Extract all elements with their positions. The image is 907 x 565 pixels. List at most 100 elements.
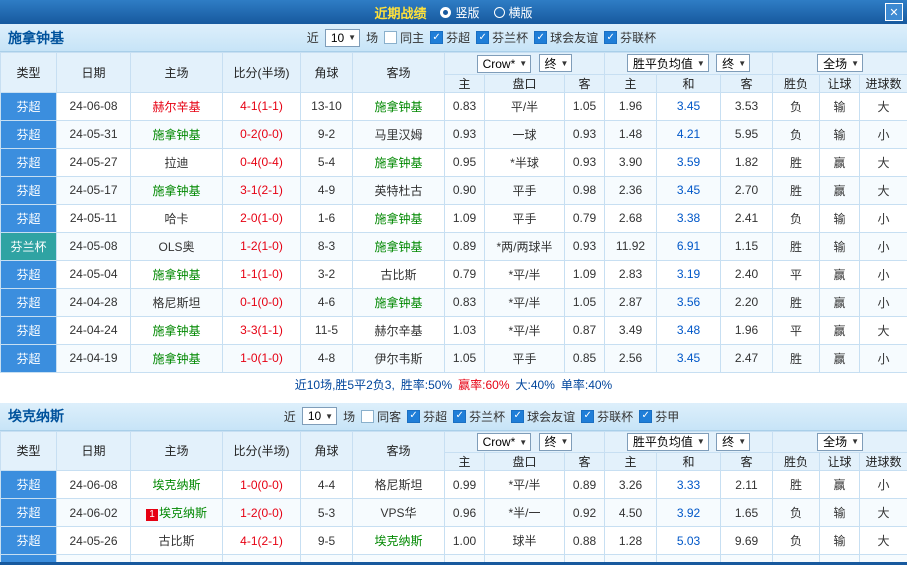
result-goals: 小 [860,260,907,288]
result-goals: 小 [860,344,907,372]
team-section: 施拿钟基 近 10 ▼ 场 同主 ✓芬超✓芬兰杯✓球会友谊✓芬联杯 [0,24,907,397]
asia-away-odds: 0.89 [565,471,605,499]
league-filter-checkbox[interactable]: ✓芬兰杯 [476,29,528,46]
euro-odds-state-select[interactable]: 终 ▼ [716,433,750,451]
away-team-cell: 英特杜古 [353,176,445,204]
league-filter-checkbox[interactable]: ✓芬联杯 [604,29,656,46]
match-row: 芬超 24-06-08 赫尔辛基 4-1(1-1) 13-10 施拿钟基 0.8… [1,92,907,120]
scope-select[interactable]: 全场 ▼ [817,433,863,451]
league-filter-label: 球会友谊 [550,29,598,46]
same-venue-checkbox[interactable]: 同客 [361,408,401,425]
euro-draw-odds: 4.21 [657,120,721,148]
euro-away-odds: 3.53 [721,92,773,120]
asia-home-odds: 0.96 [445,499,485,527]
euro-odds-select[interactable]: 胜平负均值 ▼ [627,54,709,72]
euro-draw-odds: 3.45 [657,344,721,372]
same-venue-checkbox[interactable]: 同主 [384,29,424,46]
league-filter-checkbox[interactable]: ✓芬甲 [639,408,679,425]
team-link[interactable]: 英特杜古 [374,184,422,198]
col-header-home: 主场 [131,53,223,93]
euro-away-odds: 1.96 [721,316,773,344]
asia-odds-header: Crow* ▼ 终 ▼ [445,53,605,75]
recent-count-select[interactable]: 10 ▼ [302,407,337,425]
team-link[interactable]: 格尼斯坦 [374,478,422,492]
result-handicap: 赢 [820,288,860,316]
recent-count-select[interactable]: 10 ▼ [325,29,360,47]
team-link[interactable]: 拉迪 [164,156,188,170]
radio-unselected-icon [494,7,505,18]
scope-select[interactable]: 全场 ▼ [817,54,863,72]
team-link[interactable]: 赫尔辛基 [374,324,422,338]
team-link[interactable]: 哈卡 [164,212,188,226]
match-date: 24-04-24 [57,316,131,344]
layout-horizontal-radio[interactable]: 横版 [494,4,533,21]
asia-home-odds: 0.90 [445,176,485,204]
home-team-cell: 施拿钟基 [131,316,223,344]
bookmaker-select[interactable]: Crow* ▼ [477,55,532,73]
team-link[interactable]: 赫尔辛基 [152,100,200,114]
section-header-bar: 施拿钟基 近 10 ▼ 场 同主 ✓芬超✓芬兰杯✓球会友谊✓芬联杯 [0,24,907,52]
team-link[interactable]: 施拿钟基 [152,324,200,338]
league-filter-checkbox[interactable]: ✓芬超 [407,408,447,425]
home-team-cell: OLS奥 [131,232,223,260]
league-filter-checkbox[interactable]: ✓芬超 [430,29,470,46]
team-link[interactable]: 施拿钟基 [152,268,200,282]
league-filter-checkbox[interactable]: ✓芬联杯 [581,408,633,425]
col-header-corner: 角球 [301,53,353,93]
result-handicap: 输 [820,499,860,527]
team-link[interactable]: 古比斯 [158,534,194,548]
team-link[interactable]: 施拿钟基 [374,100,422,114]
team-link[interactable]: OLS奥 [158,240,194,254]
result-handicap: 赢 [820,316,860,344]
summary-stat: 近10场,胜5平2负3, [295,376,395,393]
team-link[interactable]: 施拿钟基 [374,212,422,226]
results-body: 芬超 24-06-08 赫尔辛基 4-1(1-1) 13-10 施拿钟基 0.8… [1,92,907,372]
result-wdl: 胜 [773,344,820,372]
team-link[interactable]: VPS华 [380,506,416,520]
team-link[interactable]: 伊尔韦斯 [374,352,422,366]
result-wdl: 负 [773,120,820,148]
league-filter-checkbox[interactable]: ✓球会友谊 [534,29,598,46]
team-link[interactable]: 马里汉姆 [374,128,422,142]
euro-odds-header: 胜平负均值 ▼ 终 ▼ [605,53,773,75]
bookmaker-select[interactable]: Crow* ▼ [477,433,532,451]
team-link[interactable]: 施拿钟基 [152,352,200,366]
team-link[interactable]: 施拿钟基 [374,156,422,170]
euro-odds-state-value: 终 [722,55,734,72]
asia-home-odds: 0.99 [445,471,485,499]
asia-odds-state-select[interactable]: 终 ▼ [539,433,573,451]
corner-score: 11-5 [301,316,353,344]
asia-away-odds: 0.98 [565,176,605,204]
corner-score: 9-2 [301,120,353,148]
col-header-euro-draw: 和 [657,453,721,471]
euro-odds-select[interactable]: 胜平负均值 ▼ [627,433,709,451]
team-link[interactable]: 埃克纳斯 [152,478,200,492]
team-link[interactable]: 施拿钟基 [374,296,422,310]
team-link[interactable]: 施拿钟基 [152,128,200,142]
team-link[interactable]: 格尼斯坦 [152,296,200,310]
league-filter-label: 芬联杯 [597,408,633,425]
euro-draw-odds: 3.48 [657,316,721,344]
league-filter-checkbox[interactable]: ✓芬兰杯 [453,408,505,425]
chevron-down-icon: ▼ [561,437,569,446]
team-link[interactable]: 埃克纳斯 [374,534,422,548]
asia-away-odds: 0.79 [565,204,605,232]
match-date: 24-06-08 [57,92,131,120]
league-filter-checkbox[interactable]: ✓球会友谊 [511,408,575,425]
euro-draw-odds: 5.03 [657,527,721,555]
sections-root: 施拿钟基 近 10 ▼ 场 同主 ✓芬超✓芬兰杯✓球会友谊✓芬联杯 [0,24,907,565]
layout-vertical-radio[interactable]: 竖版 [440,4,479,21]
close-button[interactable]: ✕ [885,3,903,21]
team-link[interactable]: 施拿钟基 [152,184,200,198]
euro-draw-odds: 3.45 [657,92,721,120]
euro-odds-state-select[interactable]: 终 ▼ [716,54,750,72]
asia-odds-state-select[interactable]: 终 ▼ [539,54,573,72]
away-team-cell: 格尼斯坦 [353,471,445,499]
away-team-cell: 古比斯 [353,260,445,288]
col-header-date: 日期 [57,53,131,93]
team-link[interactable]: 古比斯 [380,268,416,282]
asia-away-odds: 0.85 [565,344,605,372]
team-link[interactable]: 埃克纳斯 [159,506,207,520]
team-link[interactable]: 施拿钟基 [374,240,422,254]
result-goals: 大 [860,148,907,176]
